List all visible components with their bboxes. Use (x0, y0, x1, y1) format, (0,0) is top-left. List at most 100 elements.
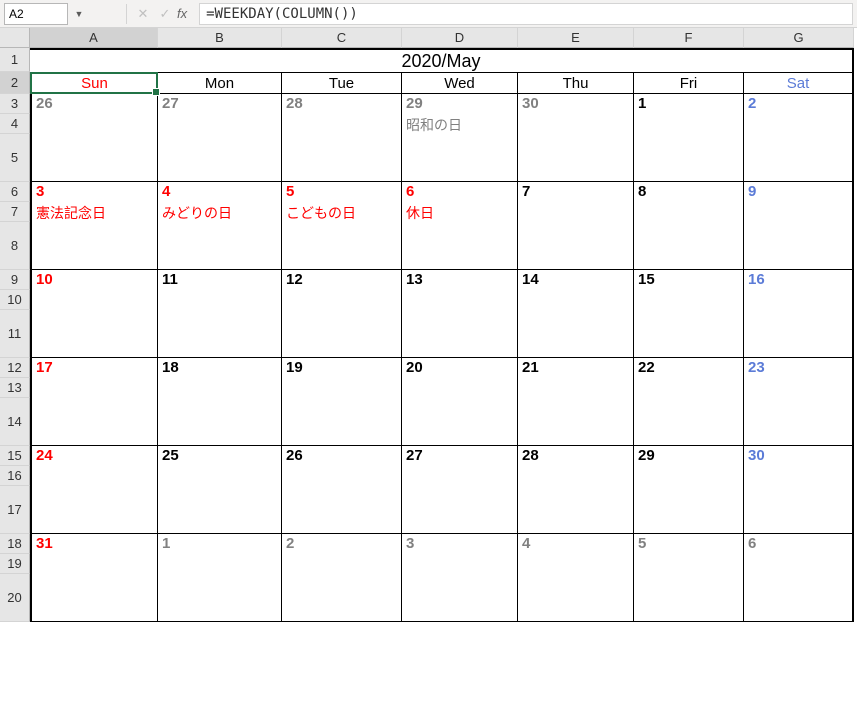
row-header[interactable]: 16 (0, 466, 30, 486)
calendar-day-cell[interactable]: 4みどりの日 (158, 182, 282, 270)
calendar-day-cell[interactable]: 10 (30, 270, 158, 358)
row-header[interactable]: 3 (0, 94, 30, 114)
day-number: 1 (158, 534, 281, 554)
column-header[interactable]: B (158, 28, 282, 48)
day-of-week-header[interactable]: Tue (282, 72, 402, 94)
calendar-day-cell[interactable]: 14 (518, 270, 634, 358)
day-spacer (282, 398, 401, 445)
calendar-day-cell[interactable]: 6休日 (402, 182, 518, 270)
row-header[interactable]: 11 (0, 310, 30, 358)
row-header[interactable]: 4 (0, 114, 30, 134)
calendar-day-cell[interactable]: 7 (518, 182, 634, 270)
calendar-day-cell[interactable]: 13 (402, 270, 518, 358)
calendar-day-cell[interactable]: 31 (30, 534, 158, 622)
calendar-day-cell[interactable]: 15 (634, 270, 744, 358)
row-header[interactable]: 13 (0, 378, 30, 398)
day-number: 6 (744, 534, 852, 554)
fx-icon[interactable]: fx (177, 6, 187, 21)
calendar-day-cell[interactable]: 19 (282, 358, 402, 446)
calendar-day-cell[interactable]: 2 (282, 534, 402, 622)
calendar-day-cell[interactable]: 16 (744, 270, 854, 358)
calendar-day-cell[interactable]: 12 (282, 270, 402, 358)
row-header[interactable]: 6 (0, 182, 30, 202)
column-header[interactable]: F (634, 28, 744, 48)
name-box-dropdown-icon[interactable]: ▼ (72, 3, 86, 25)
calendar-day-cell[interactable]: 29昭和の日 (402, 94, 518, 182)
day-number: 12 (282, 270, 401, 290)
day-of-week-header[interactable]: Fri (634, 72, 744, 94)
day-spacer (402, 486, 517, 533)
row-header[interactable]: 20 (0, 574, 30, 622)
cancel-icon[interactable]: ✕ (133, 4, 153, 24)
calendar-day-cell[interactable]: 18 (158, 358, 282, 446)
calendar-day-cell[interactable]: 5こどもの日 (282, 182, 402, 270)
column-header[interactable]: E (518, 28, 634, 48)
calendar-day-cell[interactable]: 4 (518, 534, 634, 622)
calendar-day-cell[interactable]: 28 (282, 94, 402, 182)
calendar-day-cell[interactable]: 17 (30, 358, 158, 446)
calendar-day-cell[interactable]: 8 (634, 182, 744, 270)
calendar-day-cell[interactable]: 9 (744, 182, 854, 270)
day-number: 30 (744, 446, 852, 466)
calendar-day-cell[interactable]: 23 (744, 358, 854, 446)
calendar-day-cell[interactable]: 1 (158, 534, 282, 622)
calendar-day-cell[interactable]: 3 (402, 534, 518, 622)
row-header[interactable]: 9 (0, 270, 30, 290)
calendar-day-cell[interactable]: 30 (518, 94, 634, 182)
calendar-day-cell[interactable]: 11 (158, 270, 282, 358)
calendar-day-cell[interactable]: 2 (744, 94, 854, 182)
row-header[interactable]: 14 (0, 398, 30, 446)
calendar-day-cell[interactable]: 28 (518, 446, 634, 534)
calendar-day-cell[interactable]: 27 (158, 94, 282, 182)
day-spacer (282, 134, 401, 181)
column-header[interactable]: G (744, 28, 854, 48)
row-header[interactable]: 10 (0, 290, 30, 310)
day-spacer (634, 134, 743, 181)
row-header[interactable]: 19 (0, 554, 30, 574)
day-event (744, 554, 852, 574)
calendar-day-cell[interactable]: 30 (744, 446, 854, 534)
row-header[interactable]: 12 (0, 358, 30, 378)
calendar-day-cell[interactable]: 25 (158, 446, 282, 534)
row-header[interactable]: 18 (0, 534, 30, 554)
day-of-week-header[interactable]: Thu (518, 72, 634, 94)
calendar-day-cell[interactable]: 26 (30, 94, 158, 182)
formula-bar: A2 ▼ ✕ ✓ fx =WEEKDAY(COLUMN()) (0, 0, 857, 28)
day-number: 25 (158, 446, 281, 466)
calendar-day-cell[interactable]: 29 (634, 446, 744, 534)
row-header[interactable]: 2 (0, 72, 30, 94)
day-event: みどりの日 (158, 202, 281, 222)
calendar-day-cell[interactable]: 5 (634, 534, 744, 622)
row-header[interactable]: 8 (0, 222, 30, 270)
day-number: 5 (634, 534, 743, 554)
day-of-week-header[interactable]: Sat (744, 72, 854, 94)
calendar-day-cell[interactable]: 21 (518, 358, 634, 446)
day-of-week-header[interactable]: Wed (402, 72, 518, 94)
row-header[interactable]: 15 (0, 446, 30, 466)
formula-input[interactable]: =WEEKDAY(COLUMN()) (199, 3, 853, 25)
day-spacer (634, 310, 743, 357)
row-header[interactable]: 1 (0, 48, 30, 72)
calendar-day-cell[interactable]: 3憲法記念日 (30, 182, 158, 270)
column-header[interactable]: D (402, 28, 518, 48)
accept-icon[interactable]: ✓ (155, 4, 175, 24)
calendar-day-cell[interactable]: 22 (634, 358, 744, 446)
calendar-day-cell[interactable]: 6 (744, 534, 854, 622)
day-number: 26 (282, 446, 401, 466)
day-of-week-header[interactable]: Mon (158, 72, 282, 94)
calendar-day-cell[interactable]: 1 (634, 94, 744, 182)
row-header[interactable]: 17 (0, 486, 30, 534)
select-all-corner[interactable] (0, 28, 30, 48)
calendar-day-cell[interactable]: 27 (402, 446, 518, 534)
column-header[interactable]: A (30, 28, 158, 48)
row-header[interactable]: 7 (0, 202, 30, 222)
column-header[interactable]: C (282, 28, 402, 48)
name-box[interactable]: A2 (4, 3, 68, 25)
calendar-day-cell[interactable]: 20 (402, 358, 518, 446)
day-of-week-header[interactable]: Sun (30, 72, 158, 94)
row-header[interactable]: 5 (0, 134, 30, 182)
calendar-day-cell[interactable]: 26 (282, 446, 402, 534)
calendar-day-cell[interactable]: 24 (30, 446, 158, 534)
day-event (634, 466, 743, 486)
day-spacer (634, 574, 743, 621)
